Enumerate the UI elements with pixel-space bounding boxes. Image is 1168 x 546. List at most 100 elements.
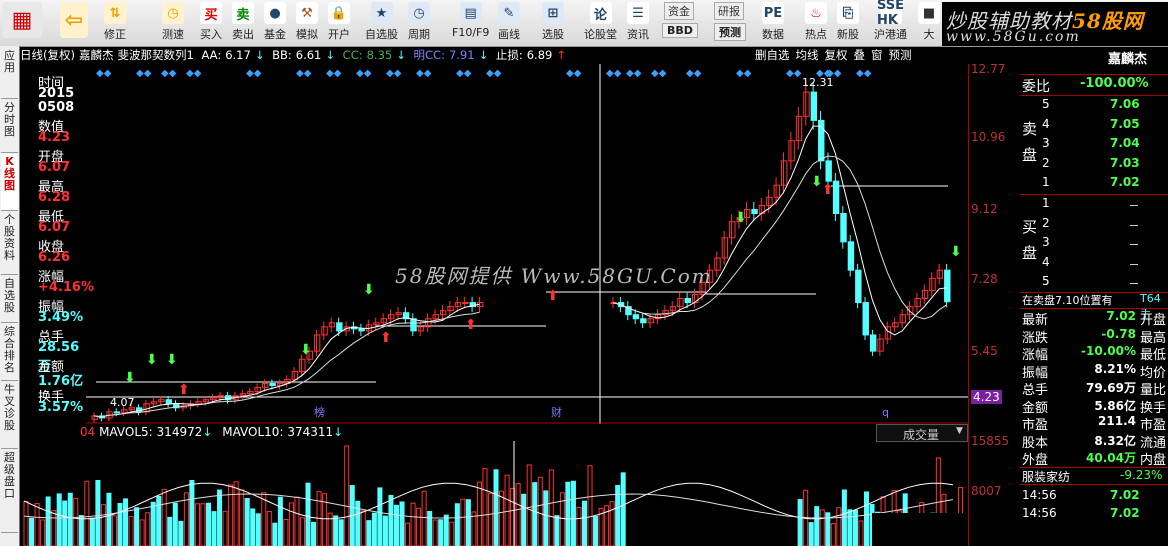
toolbar-data-button[interactable]: PE 数据: [762, 2, 784, 44]
header-button-1[interactable]: 删自选: [755, 48, 790, 62]
quote-panel: 嘉麟杰 委比 -100.00% 卖盘 5 7.06 4 7.05 3 7.04 2 7.03 1 7.02…: [1020, 52, 1168, 546]
volume-bar: [283, 518, 289, 546]
indicator-name[interactable]: 斐波那契数列1: [117, 48, 193, 62]
toolbar-f10-button[interactable]: ▤ F10/F9: [452, 2, 489, 44]
sell-price[interactable]: 7.04: [1110, 136, 1140, 150]
sell-price[interactable]: 7.02: [1110, 175, 1140, 189]
event-marker[interactable]: 财: [551, 405, 562, 419]
toolbar-clock-button[interactable]: ◷ 测速: [162, 2, 184, 44]
volume-bar: [78, 515, 84, 546]
sell-signal-arrow-icon: ⬇: [811, 174, 823, 190]
side-tab-1[interactable]: 应用: [1, 48, 18, 99]
header-button-4[interactable]: 叠: [854, 48, 866, 62]
volume-bar: [576, 506, 582, 546]
side-tab-6[interactable]: 综合排名: [1, 324, 18, 381]
kline-chart[interactable]: ◆◆ ◆◆ ◆◆ ◆◆ ◆◆ ◆◆ ◆◆ ◆◆ ◆◆ ◆◆ ◆◆ ◆◆ ◆◆ ◆◆ ◆◆ ◆◆ ◆◆ ◆◆ ◆◆ ◆◆…: [86, 64, 968, 424]
diamond-marker-icon: ◆◆: [136, 68, 152, 79]
header-button-3[interactable]: 复权: [825, 48, 848, 62]
toolbar-sell-button[interactable]: 卖卖出: [232, 2, 254, 44]
toolbar-star-button[interactable]: ★ 自选股: [365, 2, 398, 44]
volume-bar: [73, 497, 79, 546]
toolbar-label: 卖出: [232, 28, 254, 41]
toolbar-buy-button[interactable]: 买买入: [200, 2, 222, 44]
volume-bar: [471, 511, 477, 546]
volume-bar: [305, 482, 311, 546]
clock-icon: ◷: [162, 2, 184, 24]
sell-level: 3: [1042, 136, 1050, 150]
toolbar-hammer-button[interactable]: ⚒ 模拟: [296, 2, 318, 44]
diamond-marker-icon: ◆◆: [456, 68, 472, 79]
mcc-value: 7.91: [448, 48, 475, 62]
volume-bar: [200, 503, 206, 546]
toolbar-forum-button[interactable]: 论论股堂: [584, 2, 617, 44]
toolbar-pencil-button[interactable]: ✎ 画线: [498, 2, 520, 44]
toolbar-hk-connect-button[interactable]: SSE HK 沪港通: [874, 0, 907, 44]
volume-bar: [67, 492, 73, 546]
toolbar-select-stock-button[interactable]: ⊞ 选股: [542, 2, 564, 44]
side-tab-5[interactable]: 自选股: [1, 276, 18, 323]
volume-bar: [40, 519, 46, 546]
industry-name[interactable]: 服装家纺: [1022, 468, 1070, 485]
header-button-6[interactable]: 预测: [889, 48, 912, 62]
hammer-icon: ⚒: [296, 2, 318, 24]
hk-connect-icon: SSE HK: [876, 0, 905, 28]
volume-chart[interactable]: [20, 441, 968, 546]
side-tab-7[interactable]: 牛叉诊股: [1, 382, 18, 449]
volume-bar: [449, 521, 455, 546]
volume-bar: [89, 517, 95, 546]
stat-label: 总手: [1022, 383, 1049, 398]
cc-value: 8.35: [366, 48, 393, 62]
volume-bar: [830, 523, 836, 546]
sell-price[interactable]: 7.05: [1110, 117, 1140, 131]
event-marker[interactable]: q: [882, 406, 889, 419]
toolbar-fund-button[interactable]: ● 基金: [264, 2, 286, 44]
toolbar-new-stock-button[interactable]: ⎘ 新股: [837, 2, 859, 44]
toolbar-label: 基金: [264, 28, 286, 41]
volume-bar: [532, 482, 538, 546]
toolbar-hot-button[interactable]: ♨ 热点: [805, 2, 827, 44]
buy-icon: 买: [200, 2, 222, 24]
toolbar-label: 资讯: [627, 28, 649, 41]
stat-right-label: 换手: [1140, 400, 1167, 416]
volume-tick-label: 15855: [971, 434, 1010, 448]
toolbar-big-button[interactable]: ■ 大: [918, 2, 940, 44]
toolbar-news-button[interactable]: ☰ 资讯: [627, 2, 649, 44]
toolbar-period-button[interactable]: ◷ 周期: [408, 2, 430, 44]
side-tab-3[interactable]: K线图: [1, 154, 18, 211]
stat-value: -10.00%: [1081, 344, 1136, 358]
toolbar-lock-button[interactable]: 🔒 开户: [328, 2, 350, 44]
sell-price[interactable]: 7.06: [1110, 97, 1140, 111]
stat-label: 最新: [1022, 313, 1049, 328]
stat-label: 金额: [1022, 400, 1049, 416]
volume-bar: [382, 515, 388, 546]
side-tab-4[interactable]: 个股资料: [1, 212, 18, 275]
volume-bar: [123, 498, 129, 546]
header-button-2[interactable]: 均线: [796, 48, 819, 62]
candle-body: [395, 312, 402, 316]
event-marker[interactable]: 榜: [314, 405, 325, 419]
period-label[interactable]: 日线(复权): [20, 48, 75, 62]
price-tick-label: 12.77: [971, 62, 1006, 76]
back-arrow-icon: ⇦: [60, 2, 88, 38]
volume-bar: [465, 499, 471, 546]
toolbar-logo-grid-button[interactable]: ▦: [2, 2, 42, 44]
volume-indicator-select[interactable]: 成交量 ▼: [876, 424, 968, 442]
volume-bar: [167, 516, 173, 546]
volume-bar: [476, 481, 482, 546]
diamond-marker-icon: ◆◆: [96, 68, 112, 79]
candle-body: [439, 310, 447, 316]
side-tab-8[interactable]: 超级盘口: [1, 450, 18, 533]
buy-level: 4: [1042, 254, 1050, 269]
volume-bar: [819, 509, 825, 546]
bb-label: BB:: [272, 48, 292, 62]
sell-signal-arrow-icon: ⬇: [735, 210, 747, 226]
toolbar-up-down-button[interactable]: ⇅ 修正: [104, 2, 126, 44]
candle-body: [195, 401, 202, 405]
side-tab-2[interactable]: 分时图: [1, 100, 18, 153]
header-button-5[interactable]: 窗: [871, 48, 883, 62]
volume-bar: [797, 499, 803, 546]
big-icon: ■: [918, 2, 940, 24]
info-value: 6.28: [38, 190, 71, 205]
toolbar-back-arrow-button[interactable]: ⇦: [60, 2, 88, 44]
sell-price[interactable]: 7.03: [1110, 156, 1140, 170]
